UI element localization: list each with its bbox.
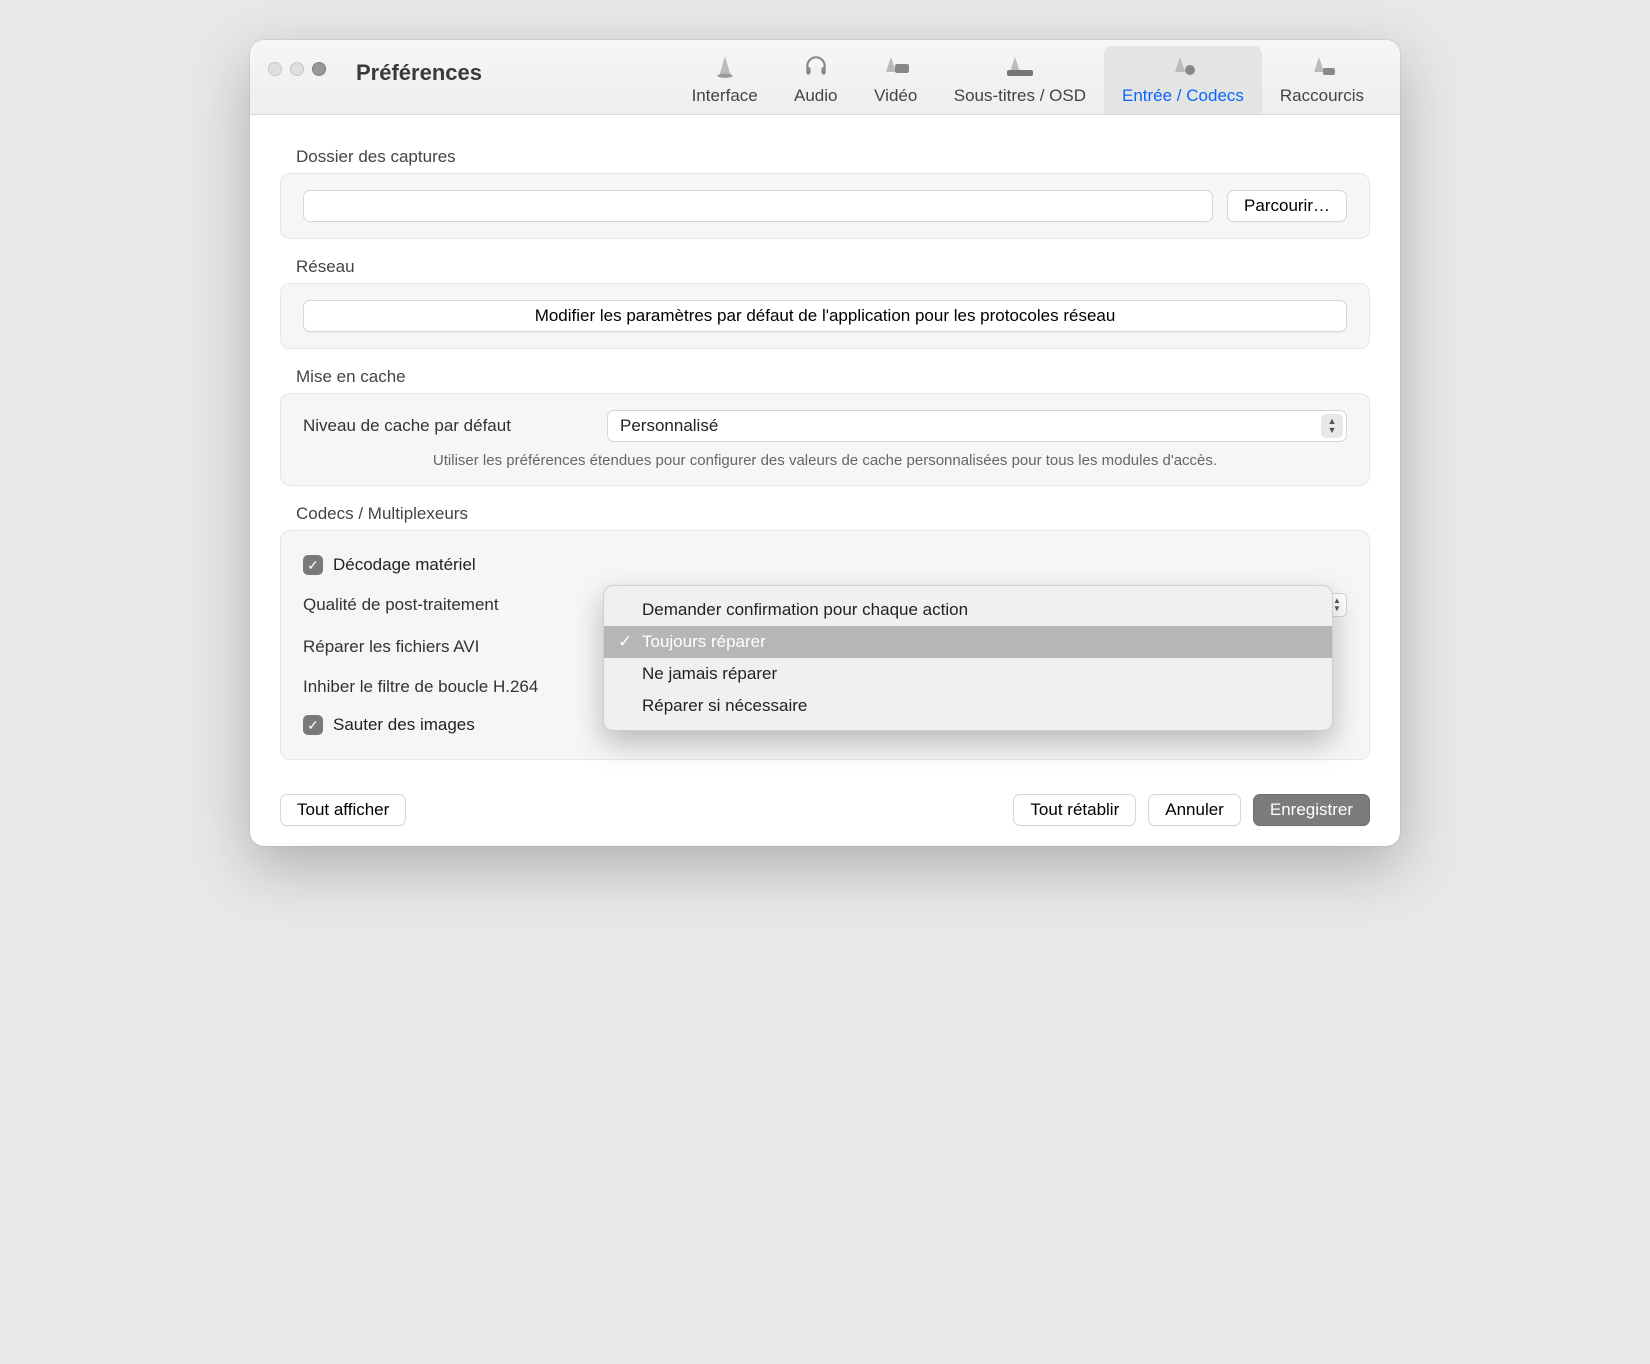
- window-controls: [268, 62, 326, 76]
- tab-shortcuts[interactable]: Raccourcis: [1262, 46, 1382, 114]
- tab-input-codecs[interactable]: Entrée / Codecs: [1104, 46, 1262, 114]
- close-icon[interactable]: [268, 62, 282, 76]
- tab-label: Sous-titres / OSD: [954, 86, 1086, 106]
- section-network: Modifier les paramètres par défaut de l'…: [280, 283, 1370, 349]
- tab-label: Raccourcis: [1280, 86, 1364, 106]
- cache-hint: Utiliser les préférences étendues pour c…: [303, 452, 1347, 469]
- preferences-window: Préférences Interface Audio Vidéo: [250, 40, 1400, 846]
- subtitles-cone-icon: [1001, 52, 1039, 80]
- tab-audio[interactable]: Audio: [776, 46, 856, 114]
- repair-avi-dropdown: Demander confirmation pour chaque action…: [603, 585, 1333, 731]
- toolbar-tabs: Interface Audio Vidéo Sous-titres / OSD: [674, 46, 1382, 114]
- cache-level-select[interactable]: Personnalisé ▲▼: [607, 410, 1347, 442]
- tab-interface[interactable]: Interface: [674, 46, 776, 114]
- shortcuts-cone-icon: [1303, 52, 1341, 80]
- repair-avi-label: Réparer les fichiers AVI: [303, 637, 593, 657]
- tab-label: Entrée / Codecs: [1122, 86, 1244, 106]
- show-all-button[interactable]: Tout afficher: [280, 794, 406, 826]
- titlebar: Préférences Interface Audio Vidéo: [250, 40, 1400, 115]
- post-quality-label: Qualité de post-traitement: [303, 595, 593, 615]
- chevron-up-down-icon: ▲▼: [1321, 414, 1343, 438]
- dropdown-item-always[interactable]: Toujours réparer: [604, 626, 1332, 658]
- section-label-codecs: Codecs / Multiplexeurs: [296, 504, 1370, 524]
- section-codecs: ✓ Décodage matériel Qualité de post-trai…: [280, 530, 1370, 760]
- section-label-network: Réseau: [296, 257, 1370, 277]
- tab-label: Interface: [692, 86, 758, 106]
- dropdown-item-never[interactable]: Ne jamais réparer: [604, 658, 1332, 690]
- browse-button[interactable]: Parcourir…: [1227, 190, 1347, 222]
- dropdown-item-ask[interactable]: Demander confirmation pour chaque action: [604, 594, 1332, 626]
- section-cache: Niveau de cache par défaut Personnalisé …: [280, 393, 1370, 486]
- zoom-icon[interactable]: [312, 62, 326, 76]
- dropdown-item-if-needed[interactable]: Réparer si nécessaire: [604, 690, 1332, 722]
- captures-folder-input[interactable]: [303, 190, 1213, 222]
- skip-frames-label: Sauter des images: [333, 715, 475, 735]
- tab-video[interactable]: Vidéo: [856, 46, 936, 114]
- tab-label: Vidéo: [874, 86, 917, 106]
- reset-all-button[interactable]: Tout rétablir: [1013, 794, 1136, 826]
- footer: Tout afficher Tout rétablir Annuler Enre…: [250, 780, 1400, 846]
- cache-level-label: Niveau de cache par défaut: [303, 416, 593, 436]
- tab-label: Audio: [794, 86, 837, 106]
- window-title: Préférences: [356, 60, 482, 86]
- hw-decode-checkbox[interactable]: ✓: [303, 555, 323, 575]
- cancel-button[interactable]: Annuler: [1148, 794, 1241, 826]
- minimize-icon[interactable]: [290, 62, 304, 76]
- loop-filter-label: Inhiber le filtre de boucle H.264: [303, 677, 538, 697]
- cache-level-value: Personnalisé: [620, 416, 718, 436]
- headphones-icon: [797, 52, 835, 80]
- cone-icon: [706, 52, 744, 80]
- skip-frames-checkbox[interactable]: ✓: [303, 715, 323, 735]
- tab-subtitles[interactable]: Sous-titres / OSD: [936, 46, 1104, 114]
- section-label-captures: Dossier des captures: [296, 147, 1370, 167]
- network-settings-button[interactable]: Modifier les paramètres par défaut de l'…: [303, 300, 1347, 332]
- content-area: Dossier des captures Parcourir… Réseau M…: [250, 115, 1400, 780]
- video-cone-icon: [877, 52, 915, 80]
- hw-decode-label: Décodage matériel: [333, 555, 476, 575]
- save-button[interactable]: Enregistrer: [1253, 794, 1370, 826]
- input-cone-icon: [1164, 52, 1202, 80]
- section-captures: Parcourir…: [280, 173, 1370, 239]
- section-label-cache: Mise en cache: [296, 367, 1370, 387]
